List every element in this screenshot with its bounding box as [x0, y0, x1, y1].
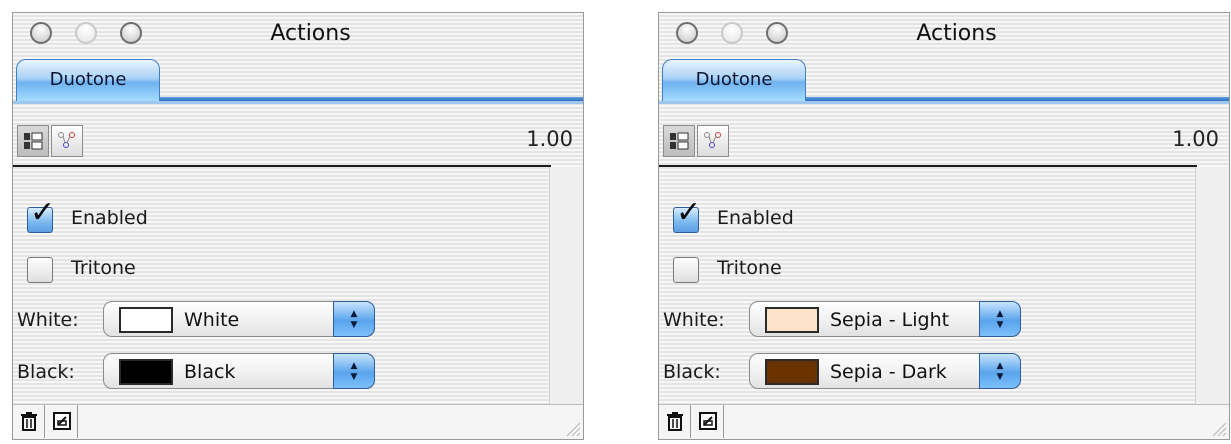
- list-view-icon: [24, 132, 43, 150]
- list-view-button[interactable]: [663, 125, 695, 157]
- actions-window-left: Actions Duotone 1.00 ✓ Enabled Tritone W…: [12, 12, 584, 440]
- toolbar: 1.00: [659, 121, 1229, 161]
- checkmark-icon: ✓: [676, 195, 702, 230]
- checkmark-icon: ✓: [30, 195, 56, 230]
- bottom-bar: [659, 404, 1229, 439]
- popup-arrows-icon: ▲ ▼: [333, 301, 375, 337]
- graph-view-button[interactable]: [51, 125, 83, 157]
- popup-arrows-icon: ▲ ▼: [333, 353, 375, 389]
- white-color-value: White: [184, 309, 240, 331]
- graph-view-icon: [704, 132, 721, 148]
- list-view-button[interactable]: [17, 125, 49, 157]
- white-color-popup[interactable]: White ▲ ▼: [103, 301, 375, 337]
- duplicate-icon: [698, 412, 717, 430]
- version-label: 1.00: [526, 127, 573, 151]
- white-color-swatch: [119, 307, 173, 333]
- black-color-swatch: [765, 359, 819, 385]
- window-title: Actions: [916, 21, 997, 46]
- trash-icon: [666, 412, 683, 431]
- duplicate-button[interactable]: [692, 405, 724, 438]
- tab-divider-accent: [805, 97, 1229, 101]
- popup-arrows-icon: ▲ ▼: [979, 353, 1021, 389]
- white-label: White:: [17, 309, 79, 331]
- black-color-popup[interactable]: Black ▲ ▼: [103, 353, 375, 389]
- scroll-track[interactable]: [549, 167, 583, 407]
- white-color-value: Sepia - Light: [830, 309, 950, 331]
- tritone-checkbox[interactable]: [673, 257, 699, 283]
- delete-button[interactable]: [659, 405, 691, 438]
- version-label: 1.00: [1172, 127, 1219, 151]
- popup-arrows-icon: ▲ ▼: [979, 301, 1021, 337]
- resize-grip-icon[interactable]: [561, 417, 581, 437]
- tab-strip: Duotone: [13, 59, 583, 111]
- duplicate-button[interactable]: [46, 405, 78, 438]
- white-label: White:: [663, 309, 725, 331]
- title-bar[interactable]: Actions: [659, 13, 1229, 55]
- tab-strip: Duotone: [659, 59, 1229, 111]
- window-title: Actions: [270, 21, 351, 46]
- black-color-popup[interactable]: Sepia - Dark ▲ ▼: [749, 353, 1021, 389]
- tab-divider-accent: [159, 97, 583, 101]
- enabled-checkbox[interactable]: ✓: [27, 198, 55, 233]
- action-settings: ✓ Enabled Tritone White: White ▲ ▼ Black:…: [13, 167, 549, 407]
- duplicate-icon: [52, 412, 71, 430]
- action-settings: ✓ Enabled Tritone White: Sepia - Light ▲…: [659, 167, 1195, 407]
- resize-grip-icon[interactable]: [1207, 417, 1227, 437]
- actions-window-right: Actions Duotone 1.00 ✓ Enabled Tritone W…: [658, 12, 1230, 440]
- enabled-label: Enabled: [717, 207, 794, 229]
- delete-button[interactable]: [13, 405, 45, 438]
- title-bar[interactable]: Actions: [13, 13, 583, 55]
- tritone-label: Tritone: [717, 257, 782, 279]
- bottom-bar: [13, 404, 583, 439]
- white-color-swatch: [765, 307, 819, 333]
- black-color-value: Sepia - Dark: [830, 361, 947, 383]
- tab-divider: [13, 101, 583, 104]
- toolbar: 1.00: [13, 121, 583, 161]
- enabled-label: Enabled: [71, 207, 148, 229]
- scroll-track[interactable]: [1195, 167, 1229, 407]
- graph-view-button[interactable]: [697, 125, 729, 157]
- tab-duotone[interactable]: Duotone: [662, 59, 806, 101]
- enabled-checkbox[interactable]: ✓: [673, 198, 701, 233]
- black-label: Black:: [17, 361, 75, 383]
- black-label: Black:: [663, 361, 721, 383]
- white-color-popup[interactable]: Sepia - Light ▲ ▼: [749, 301, 1021, 337]
- tritone-label: Tritone: [71, 257, 136, 279]
- tab-duotone[interactable]: Duotone: [16, 59, 160, 101]
- trash-icon: [20, 412, 37, 431]
- graph-view-icon: [58, 132, 75, 148]
- black-color-swatch: [119, 359, 173, 385]
- list-view-icon: [670, 132, 689, 150]
- tab-divider: [659, 101, 1229, 104]
- tritone-checkbox[interactable]: [27, 257, 53, 283]
- black-color-value: Black: [184, 361, 236, 383]
